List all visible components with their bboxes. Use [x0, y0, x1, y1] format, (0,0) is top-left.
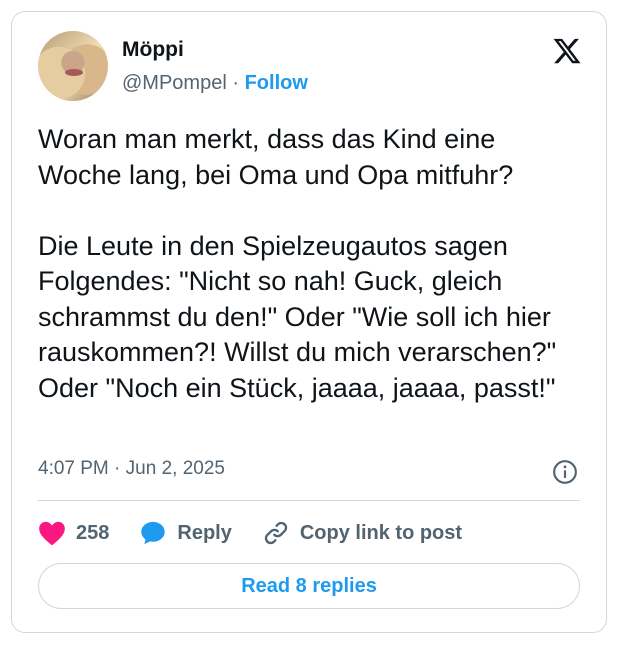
reply-label: Reply [177, 521, 232, 544]
tweet-text: Woran man merkt, dass das Kind eine Woch… [38, 124, 557, 403]
heart-icon [39, 521, 65, 546]
divider [38, 500, 580, 501]
follow-button[interactable]: Follow [245, 72, 308, 94]
speech-bubble-icon [141, 521, 166, 545]
info-icon[interactable] [552, 459, 578, 485]
handle-separator: · [232, 72, 240, 94]
copy-link-button[interactable]: Copy link to post [262, 519, 462, 547]
link-icon [264, 521, 287, 545]
author-handle-line: @MPompel · Follow [122, 72, 308, 95]
timestamp-separator: · [114, 458, 121, 479]
copy-link-label: Copy link to post [299, 521, 463, 544]
tweet-card: Möppi @MPompel · Follow Woran man merkt,… [11, 11, 607, 633]
like-button[interactable]: 258 [38, 520, 109, 546]
avatar-detail [65, 69, 83, 76]
tweet-timestamp[interactable]: 4:07 PM · Jun 2, 2025 [38, 458, 225, 480]
avatar[interactable] [38, 31, 108, 101]
tweet-time: 4:07 PM [38, 458, 109, 479]
action-bar: 258 Reply Copy link to post [38, 514, 492, 552]
tweet-date: Jun 2, 2025 [125, 458, 225, 479]
author-handle[interactable]: @MPompel [122, 72, 227, 94]
like-count: 258 [76, 521, 110, 544]
read-replies-button[interactable]: Read 8 replies [38, 563, 580, 609]
x-logo-icon[interactable] [552, 36, 582, 66]
author-name[interactable]: Möppi [122, 38, 184, 62]
reply-button[interactable]: Reply [139, 519, 232, 547]
